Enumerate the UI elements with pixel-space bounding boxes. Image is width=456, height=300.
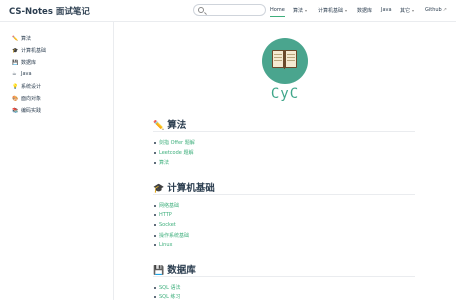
divider: [153, 131, 415, 132]
sidebar-item-database[interactable]: 💾 数据库: [12, 59, 36, 66]
sidebar-item-label: 面向对象: [21, 96, 42, 102]
navbar: CS-Notes 面试笔记 Home 算法 计算机基础 数据库 Java 其它 …: [0, 0, 456, 22]
nav-cs-basics-label: 计算机基础: [318, 8, 344, 14]
nav-other-label: 其它: [400, 8, 411, 14]
sidebar-item-label: 计算机基础: [21, 48, 47, 54]
logo-text: CyC: [270, 86, 300, 102]
link-jianzhi-offer[interactable]: 剑指 Offer 题解: [154, 139, 195, 146]
nav-other[interactable]: 其它: [400, 7, 415, 17]
floppy-disk-icon: 💾: [12, 60, 19, 66]
palette-icon: 🎨: [12, 96, 19, 102]
nav-github-label: Github: [425, 7, 442, 13]
link-sql-practice[interactable]: SQL 练习: [154, 293, 181, 300]
link-network-basics[interactable]: 网络基础: [154, 202, 179, 209]
section-heading-algorithm: ✏️ 算法: [153, 117, 186, 131]
link-leetcode[interactable]: Leetcode 题解: [154, 149, 193, 156]
link-os-basics[interactable]: 操作系统基础: [154, 232, 189, 239]
sidebar-item-label: Java: [21, 71, 32, 77]
nav-database[interactable]: 数据库: [357, 7, 372, 17]
section-title: 计算机基础: [167, 183, 215, 194]
pencil-icon: ✏️: [12, 36, 19, 42]
sidebar-item-coding-practice[interactable]: 📚 编码实践: [12, 107, 41, 114]
link-socket[interactable]: Socket: [154, 222, 176, 228]
chevron-down-icon: [305, 9, 308, 12]
section-title: 算法: [167, 120, 187, 131]
divider: [153, 194, 415, 195]
nav-home-label: Home: [270, 7, 285, 13]
section-heading-database: 💾 数据库: [153, 262, 196, 276]
site-logo: [262, 38, 308, 84]
nav-cs-basics[interactable]: 计算机基础: [318, 7, 348, 17]
nav-java[interactable]: Java: [381, 7, 392, 17]
search-icon: [198, 7, 204, 13]
coffee-icon: ☕: [12, 71, 17, 77]
sidebar-item-label: 算法: [21, 36, 32, 42]
sidebar-item-label: 编码实践: [21, 108, 42, 114]
light-bulb-icon: 💡: [12, 84, 19, 90]
sidebar-item-java[interactable]: ☕ Java: [12, 71, 32, 77]
nav-database-label: 数据库: [357, 8, 373, 14]
link-algorithm[interactable]: 算法: [154, 159, 169, 166]
nav-home[interactable]: Home: [270, 7, 285, 17]
sidebar-item-cs-basics[interactable]: 🎓 计算机基础: [12, 47, 46, 54]
graduation-cap-icon: 🎓: [12, 48, 19, 54]
floppy-disk-icon: 💾: [153, 266, 165, 276]
section-title: 数据库: [167, 265, 196, 276]
chevron-down-icon: [412, 9, 415, 12]
sidebar: ✏️ 算法 🎓 计算机基础 💾 数据库 ☕ Java 💡 系统设计 🎨 面向对象 📚 编码实践: [0, 22, 114, 300]
graduation-cap-icon: 🎓: [153, 184, 165, 194]
section-heading-cs-basics: 🎓 计算机基础: [153, 180, 215, 194]
site-title[interactable]: CS-Notes 面试笔记: [9, 5, 90, 17]
open-book-icon: [272, 50, 298, 70]
sidebar-item-oop[interactable]: 🎨 面向对象: [12, 95, 41, 102]
nav-github[interactable]: Github↗: [425, 7, 447, 17]
search-input[interactable]: [193, 4, 266, 16]
link-sql-syntax[interactable]: SQL 语法: [154, 284, 181, 291]
sidebar-item-algorithm[interactable]: ✏️ 算法: [12, 35, 31, 42]
nav-java-label: Java: [381, 7, 392, 13]
sidebar-item-system-design[interactable]: 💡 系统设计: [12, 83, 41, 90]
external-link-icon: ↗: [442, 7, 447, 13]
link-linux[interactable]: Linux: [154, 242, 172, 248]
books-icon: 📚: [12, 108, 19, 114]
chevron-down-icon: [345, 9, 348, 12]
link-http[interactable]: HTTP: [154, 212, 172, 218]
pencil-icon: ✏️: [153, 121, 165, 131]
sidebar-item-label: 数据库: [21, 60, 37, 66]
sidebar-item-label: 系统设计: [21, 84, 42, 90]
nav-algorithm[interactable]: 算法: [293, 7, 308, 17]
divider: [153, 276, 415, 277]
nav-algorithm-label: 算法: [293, 8, 304, 14]
